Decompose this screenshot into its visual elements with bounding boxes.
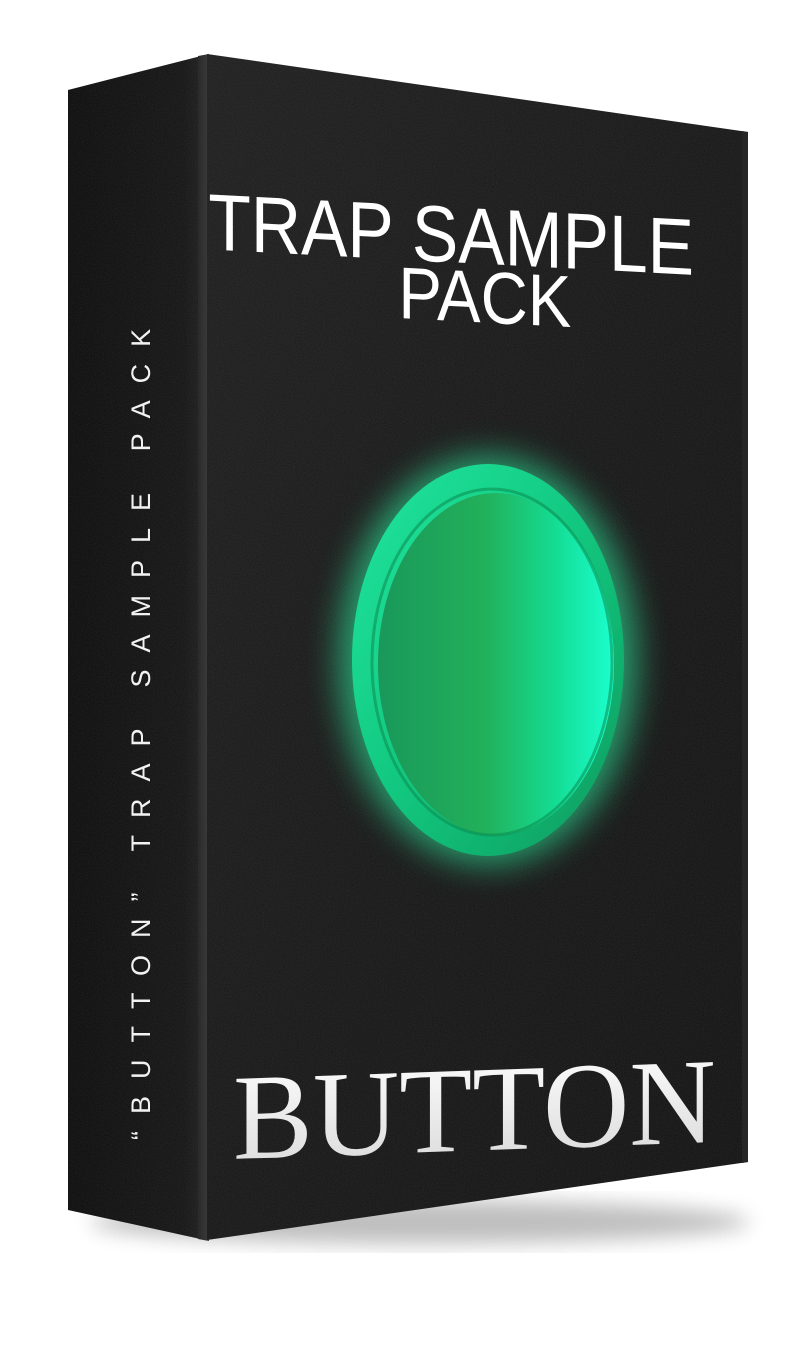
glowing-green-button-icon	[338, 455, 638, 865]
spine-text: “BUTTON” TRAP SAMPLE PACK	[126, 312, 156, 1140]
product-name: BUTTON	[233, 1034, 716, 1186]
product-box: “BUTTON” TRAP SAMPLE PACK TRAP SAMPLE PA…	[68, 54, 750, 1244]
box-spine: “BUTTON” TRAP SAMPLE PACK	[68, 54, 209, 1241]
title-line-2: PACK	[398, 251, 571, 342]
